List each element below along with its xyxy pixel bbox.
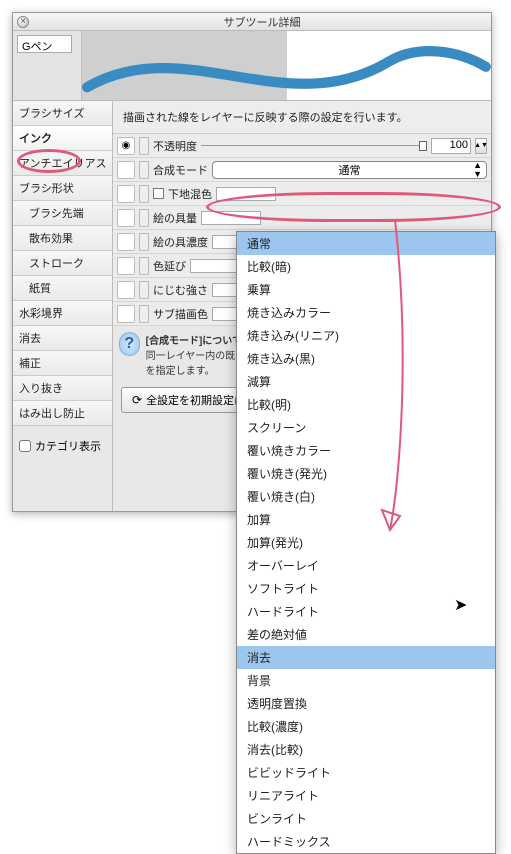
dropdown-item[interactable]: オーバーレイ bbox=[237, 554, 495, 577]
sidebar-item-11[interactable]: 入り抜き bbox=[13, 376, 112, 401]
eye-icon[interactable] bbox=[117, 257, 135, 275]
dropdown-item[interactable]: 比較(暗) bbox=[237, 255, 495, 278]
gear-icon: ⟳ bbox=[132, 393, 142, 407]
eye-icon[interactable] bbox=[117, 161, 135, 179]
drag-handle[interactable] bbox=[139, 185, 149, 203]
eye-icon[interactable] bbox=[117, 305, 135, 323]
cursor-icon: ➤ bbox=[454, 595, 467, 615]
sidebar-item-4[interactable]: ブラシ先端 bbox=[13, 201, 112, 226]
opacity-slider[interactable] bbox=[201, 139, 427, 153]
prop-label: 下地混色 bbox=[168, 186, 212, 202]
dropdown-item[interactable]: 比較(明) bbox=[237, 393, 495, 416]
opacity-stepper[interactable]: ▲▼ bbox=[475, 138, 487, 154]
window-title: サブツール詳細 bbox=[37, 14, 487, 30]
sidebar-item-2[interactable]: アンチエイリアス bbox=[13, 151, 112, 176]
dropdown-item[interactable]: 乗算 bbox=[237, 278, 495, 301]
prop-row-0: 下地混色 bbox=[113, 182, 491, 206]
prop-label: 色延び bbox=[153, 258, 186, 274]
drag-handle[interactable] bbox=[139, 233, 149, 251]
close-button[interactable]: × bbox=[17, 16, 29, 28]
prop-input[interactable] bbox=[201, 211, 261, 225]
dropdown-item[interactable]: ビンライト bbox=[237, 807, 495, 830]
tool-name[interactable]: Gペン bbox=[17, 35, 72, 53]
prop-label: 絵の具濃度 bbox=[153, 234, 208, 250]
dropdown-item[interactable]: ビビッドライト bbox=[237, 761, 495, 784]
dropdown-item[interactable]: 比較(濃度) bbox=[237, 715, 495, 738]
blend-value: 通常 bbox=[339, 162, 361, 178]
prop-row-1: 絵の具量 bbox=[113, 206, 491, 230]
blend-row: 合成モード 通常 ▲▼ bbox=[113, 158, 491, 182]
titlebar: × サブツール詳細 bbox=[13, 13, 491, 31]
prop-label: にじむ強さ bbox=[153, 282, 208, 298]
dropdown-item[interactable]: 消去(比較) bbox=[237, 738, 495, 761]
dropdown-item[interactable]: 焼き込み(リニア) bbox=[237, 324, 495, 347]
dropdown-item[interactable]: 覆い焼きカラー bbox=[237, 439, 495, 462]
dropdown-item[interactable]: 覆い焼き(発光) bbox=[237, 462, 495, 485]
sidebar-item-1[interactable]: インク bbox=[13, 126, 112, 151]
drag-handle[interactable] bbox=[139, 137, 149, 155]
help-icon: ? bbox=[119, 332, 140, 356]
blend-mode-dropdown[interactable]: 通常比較(暗)乗算焼き込みカラー焼き込み(リニア)焼き込み(黒)減算比較(明)ス… bbox=[236, 231, 496, 854]
sidebar-item-12[interactable]: はみ出し防止 bbox=[13, 401, 112, 426]
dropdown-item[interactable]: 覆い焼き(白) bbox=[237, 485, 495, 508]
sidebar: ブラシサイズインクアンチエイリアスブラシ形状ブラシ先端散布効果ストローク紙質水彩… bbox=[13, 101, 113, 511]
combo-arrows-icon: ▲▼ bbox=[473, 161, 482, 179]
dropdown-item[interactable]: 加算 bbox=[237, 508, 495, 531]
blend-combo[interactable]: 通常 ▲▼ bbox=[212, 161, 487, 179]
dropdown-item[interactable]: 背景 bbox=[237, 669, 495, 692]
drag-handle[interactable] bbox=[139, 281, 149, 299]
drag-handle[interactable] bbox=[139, 305, 149, 323]
sidebar-item-8[interactable]: 水彩境界 bbox=[13, 301, 112, 326]
sidebar-item-3[interactable]: ブラシ形状 bbox=[13, 176, 112, 201]
dropdown-item[interactable]: 加算(発光) bbox=[237, 531, 495, 554]
sidebar-item-5[interactable]: 散布効果 bbox=[13, 226, 112, 251]
eye-icon[interactable] bbox=[117, 185, 135, 203]
opacity-row: ◉ 不透明度 100 ▲▼ bbox=[113, 134, 491, 158]
dropdown-item[interactable]: 減算 bbox=[237, 370, 495, 393]
dropdown-item[interactable]: 焼き込み(黒) bbox=[237, 347, 495, 370]
checkbox-icon[interactable] bbox=[153, 188, 164, 199]
drag-handle[interactable] bbox=[139, 161, 149, 179]
prop-label: 絵の具量 bbox=[153, 210, 197, 226]
dropdown-item[interactable]: ハードミックス bbox=[237, 830, 495, 853]
eye-icon[interactable]: ◉ bbox=[117, 137, 135, 155]
preview-row: Gペン bbox=[13, 31, 491, 101]
panel-description: 描画された線をレイヤーに反映する際の設定を行います。 bbox=[113, 101, 491, 134]
dropdown-item[interactable]: 差の絶対値 bbox=[237, 623, 495, 646]
category-toggle[interactable]: カテゴリ表示 bbox=[13, 432, 112, 460]
dropdown-item[interactable]: 焼き込みカラー bbox=[237, 301, 495, 324]
drag-handle[interactable] bbox=[139, 209, 149, 227]
sidebar-item-6[interactable]: ストローク bbox=[13, 251, 112, 276]
eye-icon[interactable] bbox=[117, 233, 135, 251]
dropdown-item[interactable]: 消去 bbox=[237, 646, 495, 669]
stroke-preview bbox=[81, 31, 491, 100]
opacity-value[interactable]: 100 bbox=[431, 138, 471, 154]
tool-name-wrap: Gペン bbox=[13, 31, 81, 100]
sidebar-item-9[interactable]: 消去 bbox=[13, 326, 112, 351]
sidebar-item-0[interactable]: ブラシサイズ bbox=[13, 101, 112, 126]
category-label: カテゴリ表示 bbox=[35, 438, 101, 454]
drag-handle[interactable] bbox=[139, 257, 149, 275]
prop-label: サブ描画色 bbox=[153, 306, 208, 322]
eye-icon[interactable] bbox=[117, 281, 135, 299]
eye-icon[interactable] bbox=[117, 209, 135, 227]
dropdown-item[interactable]: リニアライト bbox=[237, 784, 495, 807]
prop-input[interactable] bbox=[216, 187, 276, 201]
dropdown-item[interactable]: 透明度置換 bbox=[237, 692, 495, 715]
dropdown-item[interactable]: 通常 bbox=[237, 232, 495, 255]
sidebar-item-7[interactable]: 紙質 bbox=[13, 276, 112, 301]
sidebar-item-10[interactable]: 補正 bbox=[13, 351, 112, 376]
dropdown-item[interactable]: スクリーン bbox=[237, 416, 495, 439]
opacity-label: 不透明度 bbox=[153, 138, 197, 154]
checkbox-icon bbox=[19, 440, 31, 452]
blend-label: 合成モード bbox=[153, 162, 208, 178]
